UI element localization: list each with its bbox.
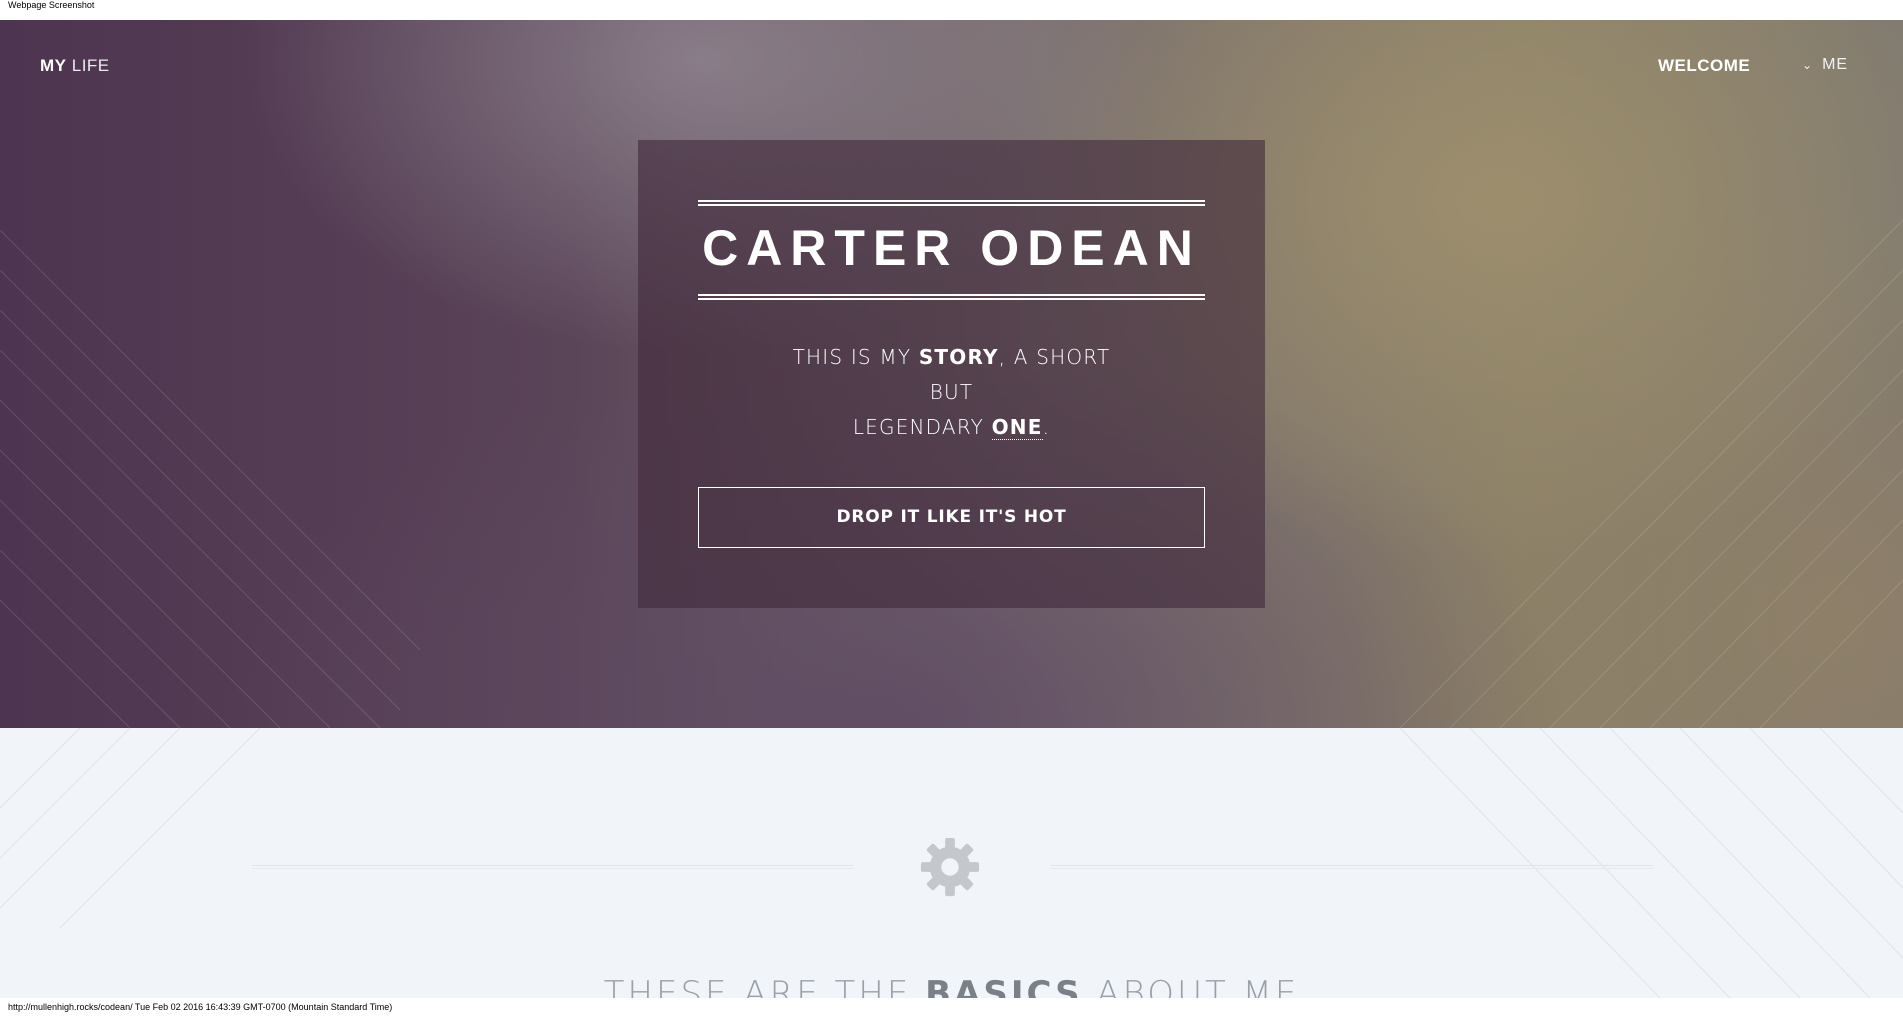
nav-welcome-link[interactable]: WELCOME	[1658, 56, 1750, 76]
nav-me-label: ME	[1822, 56, 1849, 73]
hero-tagline: THIS IS MY STORY, A SHORT BUT LEGENDARY …	[698, 340, 1205, 445]
tagline-text: THIS IS MY	[792, 345, 919, 369]
divider-right	[1050, 865, 1653, 869]
tagline-story: STORY	[918, 345, 999, 369]
tagline-text: LEGENDARY	[852, 415, 992, 439]
tagline-text: .	[1042, 415, 1051, 439]
tagline-one: ONE	[991, 415, 1043, 440]
chevron-down-icon: ⌄	[1802, 58, 1814, 72]
gear-icon	[920, 837, 980, 897]
nav-me-link[interactable]: ⌄ ME	[1802, 56, 1848, 74]
title-rule-bottom	[698, 294, 1205, 300]
status-bar-text: http://mullenhigh.rocks/codean/ Tue Feb …	[8, 1002, 393, 1012]
logo-bold-text: MY	[40, 56, 67, 75]
basics-heading-bold: BASICS	[925, 974, 1083, 998]
title-frame: CARTER ODEAN	[698, 200, 1205, 300]
divider-left	[252, 865, 854, 869]
basics-heading-text: THESE ARE THE	[603, 974, 926, 998]
drop-it-button[interactable]: DROP IT LIKE IT'S HOT	[698, 487, 1205, 548]
basics-heading: THESE ARE THE BASICS ABOUT ME	[0, 974, 1903, 998]
title-rule-top	[698, 200, 1205, 206]
logo-light-text: LIFE	[71, 56, 110, 75]
site-logo[interactable]: MY LIFE	[40, 56, 110, 76]
hero-section: MY LIFE WELCOME ⌄ ME CARTER ODEAN THIS I…	[0, 20, 1903, 728]
screenshot-caption: Webpage Screenshot	[8, 0, 95, 10]
tagline-text: BUT	[929, 380, 974, 404]
hero-card: CARTER ODEAN THIS IS MY STORY, A SHORT B…	[638, 140, 1265, 608]
status-bar: http://mullenhigh.rocks/codean/ Tue Feb …	[0, 998, 1903, 1019]
basics-section: THESE ARE THE BASICS ABOUT ME	[0, 728, 1903, 998]
tagline-text: , A SHORT	[998, 345, 1111, 369]
page-title: CARTER ODEAN	[702, 220, 1201, 276]
basics-heading-text: ABOUT ME	[1082, 974, 1300, 998]
